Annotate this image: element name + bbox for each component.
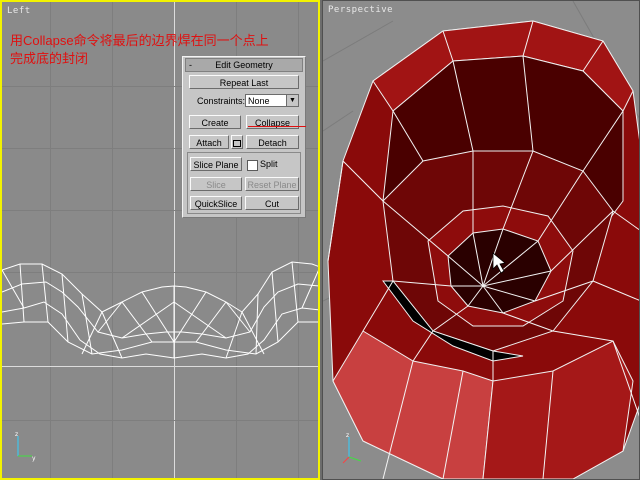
attach-button[interactable]: Attach	[189, 135, 229, 149]
reset-plane-button[interactable]: Reset Plane	[245, 177, 299, 191]
create-button[interactable]: Create	[189, 115, 241, 129]
axis-tripod-icon: z y	[15, 431, 36, 462]
split-checkbox[interactable]	[247, 160, 258, 171]
constraints-label: Constraints:	[197, 96, 246, 106]
left-viewport[interactable]: Left 用Collapse命令将最后的边界焊在同一个点上 完成底的封闭 z y…	[0, 0, 320, 480]
shaded-mesh[interactable]	[323, 1, 640, 480]
attach-list-button[interactable]	[231, 135, 243, 149]
slice-plane-button[interactable]: Slice Plane	[190, 157, 242, 171]
svg-text:z: z	[15, 431, 18, 438]
rollout-title: Edit Geometry	[215, 60, 273, 70]
collapse-highlight-underline	[248, 126, 306, 127]
cut-button[interactable]: Cut	[245, 196, 299, 210]
constraints-dropdown[interactable]: None ▼	[245, 94, 299, 107]
svg-text:z: z	[346, 432, 349, 439]
quickslice-button[interactable]: QuickSlice	[190, 196, 242, 210]
rollout-header[interactable]: - Edit Geometry	[185, 58, 303, 72]
detach-button[interactable]: Detach	[246, 135, 299, 149]
chevron-down-icon[interactable]: ▼	[286, 95, 298, 106]
slice-button[interactable]: Slice	[190, 177, 242, 191]
split-label: Split	[260, 159, 278, 169]
perspective-viewport[interactable]: Perspective z	[322, 0, 640, 480]
axis-tripod-icon: z	[342, 432, 362, 464]
constraints-value: None	[248, 96, 270, 106]
edit-geometry-rollout: - Edit Geometry Repeat Last Constraints:…	[182, 56, 306, 218]
svg-text:y: y	[32, 455, 36, 462]
repeat-last-button[interactable]: Repeat Last	[189, 75, 299, 89]
list-icon	[233, 140, 241, 148]
